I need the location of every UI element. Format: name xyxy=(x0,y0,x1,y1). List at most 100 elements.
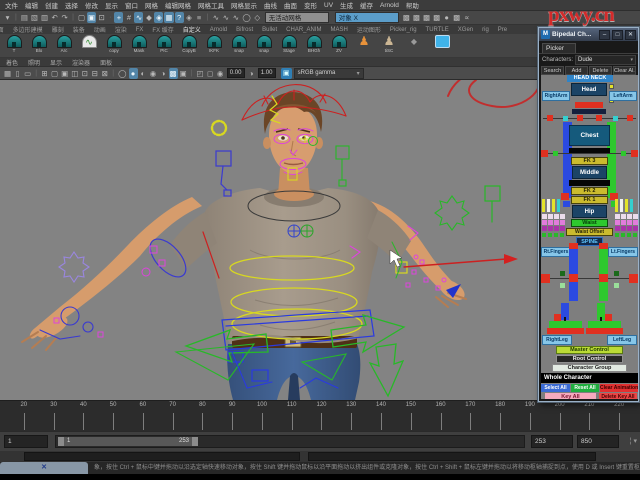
menu-item[interactable]: 生成 xyxy=(340,0,353,10)
finger-block[interactable] xyxy=(621,214,626,219)
picker-block[interactable] xyxy=(569,243,578,249)
menu-item[interactable]: UV xyxy=(324,2,333,9)
active-mesh-field[interactable]: 无活动网格 xyxy=(265,12,329,23)
xray-icon[interactable]: ◻ xyxy=(206,68,215,79)
picker-waist-button[interactable]: Waist xyxy=(571,219,608,227)
panel-menu-item[interactable]: 显示 xyxy=(50,58,62,67)
picker-leftleg-button[interactable]: LeftLeg xyxy=(607,335,637,345)
picker-action-search[interactable]: Search xyxy=(541,66,564,75)
finger-block[interactable] xyxy=(542,233,546,237)
finger-block[interactable] xyxy=(627,233,631,237)
gate-mask-icon[interactable]: ◫ xyxy=(70,68,79,79)
picker-tab[interactable]: Picker xyxy=(542,43,576,53)
shelf-tab[interactable]: 自定义 xyxy=(183,25,201,34)
playback-end-field[interactable]: 253 xyxy=(531,435,573,448)
picker-fk1-button[interactable]: FK 1 xyxy=(571,196,608,204)
select-all-button[interactable]: Select All xyxy=(541,384,570,392)
shelf-tab[interactable]: 运动图形 xyxy=(357,25,381,34)
playback-options-icons[interactable]: ¦ ▾ xyxy=(630,435,637,448)
image-plane-icon[interactable]: ▭ xyxy=(23,68,32,79)
finger-block[interactable] xyxy=(554,220,559,225)
finger-block[interactable] xyxy=(621,233,625,237)
picker-action-delete[interactable]: Delete xyxy=(589,66,612,75)
key-all-button[interactable]: Key All xyxy=(545,393,596,399)
grid-icon[interactable]: ⊞ xyxy=(40,68,49,79)
menu-item[interactable]: Arnold xyxy=(380,2,399,9)
finger-block[interactable] xyxy=(554,214,559,219)
picker-middle-button[interactable]: Middle xyxy=(572,166,607,179)
menu-item[interactable]: 修改 xyxy=(85,0,98,10)
camera-attrs-icon[interactable]: ▦ xyxy=(3,68,12,79)
menu-item[interactable]: 创建 xyxy=(45,0,58,10)
delete-key-all-button[interactable]: Delete Key All xyxy=(599,393,637,399)
finger-block[interactable] xyxy=(621,226,626,231)
shelf-tab[interactable]: Arnold xyxy=(210,27,227,33)
minimize-icon[interactable]: – xyxy=(599,30,610,40)
menu-item[interactable]: 网格 xyxy=(145,0,158,10)
paint-effects-icon[interactable]: ∝ xyxy=(462,12,471,23)
finger-block[interactable] xyxy=(633,233,637,237)
picker-block[interactable] xyxy=(599,274,608,282)
shelf-button-copyb[interactable]: CopyB xyxy=(178,35,200,54)
shelf-tab[interactable]: XGen xyxy=(458,27,473,33)
resolution-gate-icon[interactable]: ▣ xyxy=(60,68,69,79)
shelf-button-t[interactable]: T xyxy=(3,35,25,54)
finger-block[interactable] xyxy=(554,226,559,231)
anim-end-field[interactable]: 850 xyxy=(577,435,619,448)
picker-fingers-left[interactable] xyxy=(541,199,565,245)
picker-ltfingers-button[interactable]: Lt.Fingers xyxy=(608,247,638,257)
move-tool-icon[interactable]: + xyxy=(114,12,123,23)
shelf-button[interactable]: ◆ xyxy=(403,35,425,48)
anim-start-field[interactable]: 1 xyxy=(4,435,48,448)
finger-block[interactable] xyxy=(615,233,619,237)
picker-block[interactable] xyxy=(596,115,602,121)
menu-item[interactable]: 文件 xyxy=(5,0,18,10)
picker-rtfingers-button[interactable]: Rt.Fingers xyxy=(541,247,571,257)
picker-hip-button[interactable]: Hip xyxy=(572,205,607,218)
shelf-button-ikfk[interactable]: IKFK xyxy=(203,35,225,54)
finger-block[interactable] xyxy=(554,233,558,237)
finger-block[interactable] xyxy=(542,226,547,231)
help-tab[interactable]: ✕ xyxy=(0,462,88,474)
shelf-button[interactable]: ♟ xyxy=(353,35,375,48)
picker-foot-block[interactable] xyxy=(549,321,582,328)
open-scene-icon[interactable]: ▧ xyxy=(30,12,39,23)
shelf-button-copy[interactable]: copy xyxy=(103,35,125,54)
shelf-button-blo[interactable]: Blo xyxy=(28,35,50,54)
safe-title-icon[interactable]: ⊠ xyxy=(100,68,109,79)
finger-bar[interactable] xyxy=(620,199,623,212)
finger-block[interactable] xyxy=(560,233,564,237)
construction-history-icon[interactable]: ∿ xyxy=(231,12,240,23)
gamma-field[interactable]: 1.00 xyxy=(258,68,276,78)
shelf-button-pic[interactable]: PIC xyxy=(153,35,175,54)
shelf-button-snap[interactable]: snap xyxy=(228,35,250,54)
finger-block[interactable] xyxy=(633,220,638,225)
finger-block[interactable] xyxy=(560,214,565,219)
shelf-button[interactable] xyxy=(428,35,450,48)
finger-bar[interactable] xyxy=(547,199,550,212)
time-slider[interactable]: 2030405060708090100110120130140150160170… xyxy=(0,400,640,431)
picker-block[interactable] xyxy=(627,115,633,121)
finger-block[interactable] xyxy=(548,226,553,231)
menu-item[interactable]: 编辑 xyxy=(25,0,38,10)
picker-block[interactable] xyxy=(560,283,565,288)
picker-block[interactable] xyxy=(553,151,558,156)
picker-fk3-button[interactable]: FK 3 xyxy=(571,157,608,165)
picker-block[interactable] xyxy=(613,116,618,121)
finger-block[interactable] xyxy=(560,226,565,231)
bookmark-icon[interactable]: ▯ xyxy=(13,68,22,79)
menu-item[interactable]: 窗口 xyxy=(125,0,138,10)
finger-block[interactable] xyxy=(621,220,626,225)
viewport[interactable] xyxy=(0,80,540,400)
textured-icon[interactable]: ◐ xyxy=(139,68,148,79)
select-component-icon[interactable]: ⊡ xyxy=(97,12,106,23)
menu-item[interactable]: 选择 xyxy=(65,0,78,10)
shelf-button-zv[interactable]: ZV xyxy=(328,35,350,54)
shelf-tab[interactable]: FX 缓存 xyxy=(152,25,173,34)
picker-block[interactable] xyxy=(621,151,626,156)
new-scene-icon[interactable]: ▤ xyxy=(20,12,29,23)
field-chart-icon[interactable]: ⊡ xyxy=(80,68,89,79)
shelf-button[interactable]: ∿ xyxy=(78,35,100,48)
finger-block[interactable] xyxy=(548,233,552,237)
character-dropdown[interactable]: Dude ▾ xyxy=(575,55,636,65)
